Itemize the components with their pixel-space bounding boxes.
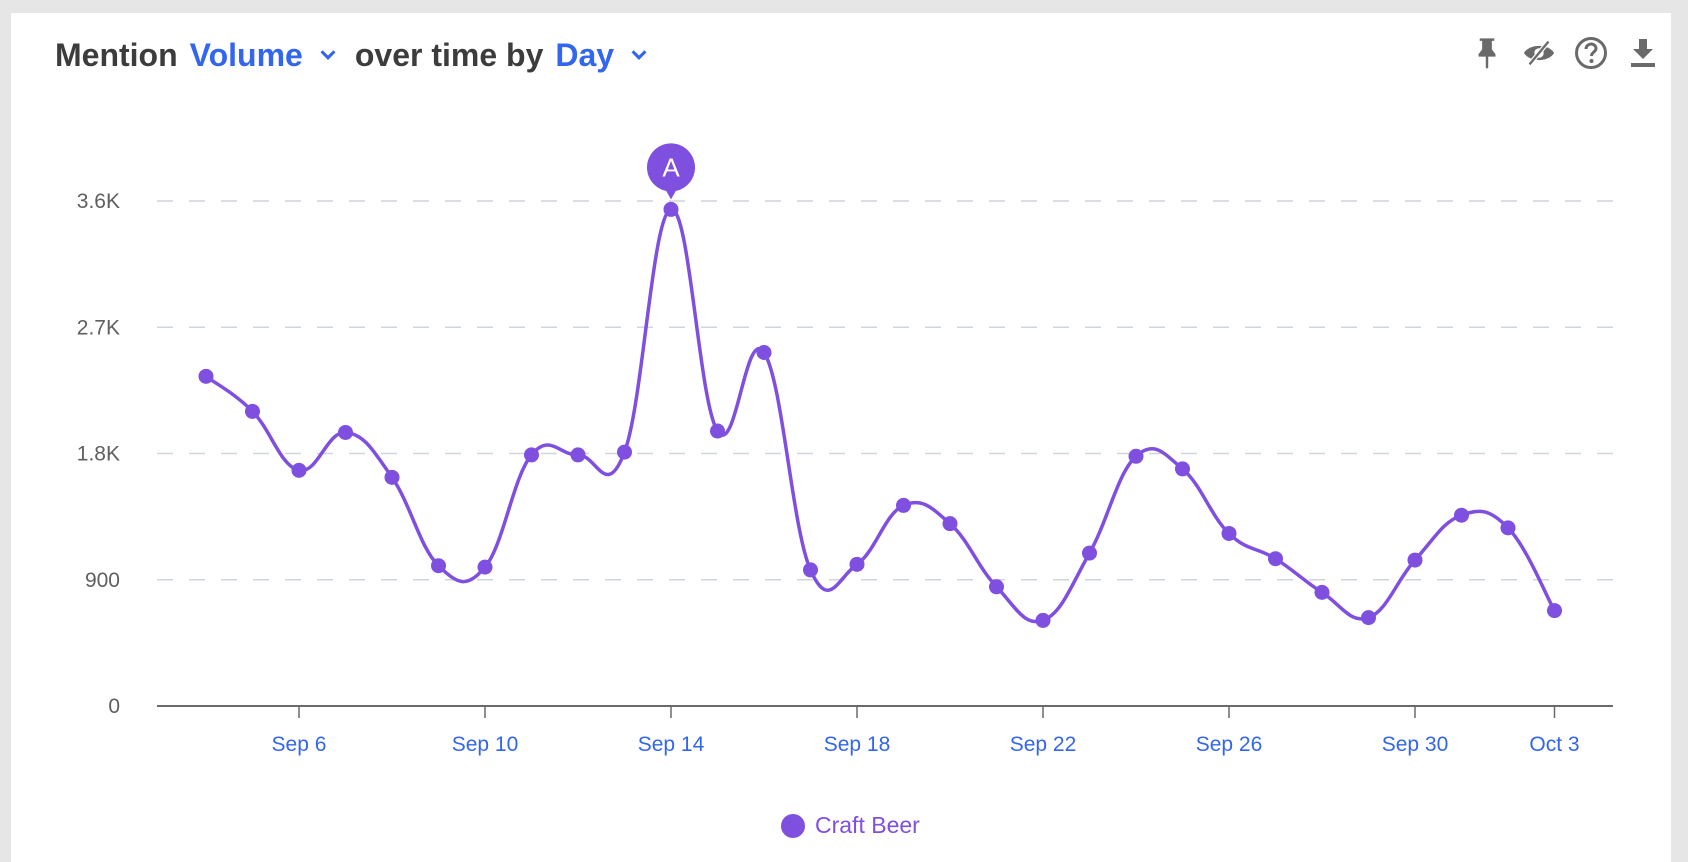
data-point xyxy=(1500,520,1516,536)
series-points xyxy=(198,201,1562,628)
data-point xyxy=(1407,552,1423,568)
data-point xyxy=(1221,525,1237,541)
data-point xyxy=(1268,551,1283,567)
data-point xyxy=(617,444,632,460)
data-point xyxy=(849,556,865,572)
annotations: A xyxy=(647,143,695,200)
data-point xyxy=(477,559,493,575)
x-tick-label: Sep 14 xyxy=(638,733,705,756)
x-tick-label: Oct 3 xyxy=(1529,733,1579,756)
x-tick-label: Sep 6 xyxy=(272,733,327,756)
y-tick-label: 2.7K xyxy=(77,316,120,339)
data-point xyxy=(338,424,353,440)
legend-label-craft-beer[interactable]: Craft Beer xyxy=(815,812,920,839)
y-tick-label: 1.8K xyxy=(77,443,120,466)
annotation-label: A xyxy=(662,152,680,182)
data-point xyxy=(384,469,400,485)
data-point xyxy=(989,579,1004,595)
y-axis: 0 900 1.8K 2.7K 3.6K xyxy=(77,190,120,718)
data-point xyxy=(1454,507,1469,523)
data-point xyxy=(198,368,214,384)
series-line-craft-beer xyxy=(204,207,1557,624)
data-point xyxy=(1314,584,1330,600)
x-tick-label: Sep 26 xyxy=(1196,733,1263,756)
x-tick-label: Sep 10 xyxy=(452,733,519,756)
legend-marker-craft-beer xyxy=(781,813,805,838)
data-point xyxy=(570,447,586,463)
data-point xyxy=(1175,461,1190,477)
data-point xyxy=(245,403,260,419)
data-point xyxy=(291,462,307,478)
data-point xyxy=(1128,448,1144,464)
legend: Craft Beer xyxy=(781,812,920,839)
data-point xyxy=(1082,545,1097,561)
data-point xyxy=(431,558,446,574)
y-tick-label: 900 xyxy=(85,569,120,592)
y-tick-label: 3.6K xyxy=(77,190,120,213)
data-point xyxy=(896,497,911,513)
x-tick-label: Sep 22 xyxy=(1010,733,1077,756)
data-point xyxy=(803,562,818,578)
x-tick-label: Sep 18 xyxy=(824,733,891,756)
data-point xyxy=(710,423,725,439)
annotation-marker[interactable]: A xyxy=(647,143,695,200)
data-point xyxy=(756,345,772,360)
x-axis: Sep 6 Sep 10 Sep 14 Sep 18 Sep 22 Sep 26 Sep 3… xyxy=(157,705,1613,756)
x-tick-label: Sep 30 xyxy=(1382,733,1449,756)
line-chart: 0 900 1.8K 2.7K 3.6K Sep 6 Sep 10 Sep 14 Sep 18… xyxy=(77,143,1613,756)
data-point xyxy=(1361,610,1376,626)
data-point xyxy=(524,447,539,463)
data-point xyxy=(1035,612,1051,628)
data-point xyxy=(663,201,679,217)
data-point xyxy=(1547,603,1562,619)
data-point xyxy=(942,516,958,532)
y-tick-label: 0 xyxy=(108,695,120,718)
